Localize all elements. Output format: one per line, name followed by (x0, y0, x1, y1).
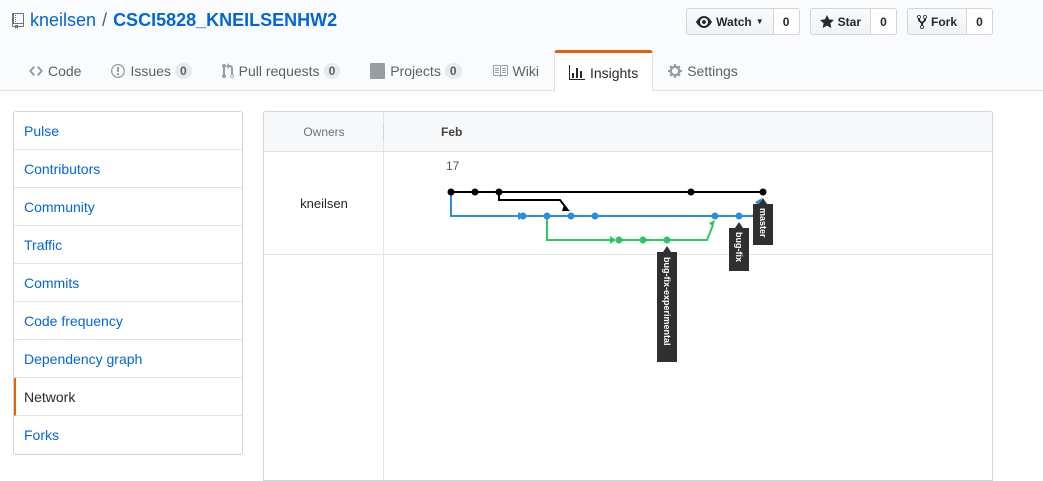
branch-label-bug-fix-text: bug-fix (734, 232, 744, 262)
commit-dot[interactable] (471, 188, 479, 196)
star-icon (819, 14, 834, 28)
pull-request-icon (221, 63, 234, 79)
repo-nav: Code Issues 0 Pull requests 0 Projects 0… (14, 50, 753, 92)
path-separator: / (102, 10, 108, 30)
menu-item-network[interactable]: Network (14, 378, 242, 416)
commit-dot[interactable] (519, 212, 527, 220)
arrow-head (709, 220, 715, 227)
graph-icon (568, 64, 585, 80)
branch-label-bug-fix-experimental[interactable]: bug-fix-experimental (657, 246, 677, 362)
menu-item-contributors[interactable]: Contributors (14, 150, 242, 188)
tab-insights[interactable]: Insights (553, 50, 654, 92)
watch-label: Watch (716, 14, 752, 29)
tab-settings[interactable]: Settings (653, 50, 753, 91)
commit-dot[interactable] (495, 188, 503, 196)
fork-label: Fork (930, 14, 957, 29)
menu-item-code-frequency[interactable]: Code frequency (14, 302, 242, 340)
repo-icon (12, 12, 24, 29)
star-count[interactable]: 0 (870, 8, 897, 35)
network-graph[interactable]: Owners Feb 17 kneilsen master bug-fix bu… (263, 111, 993, 481)
watch-button[interactable]: Watch ▼ (686, 8, 774, 35)
experimental-branch-lines (546, 216, 714, 241)
insights-menu: Pulse Contributors Community Traffic Com… (13, 111, 243, 455)
menu-item-commits[interactable]: Commits (14, 264, 242, 302)
bug-fix-branch-lines (450, 192, 760, 217)
menu-item-dependency-graph[interactable]: Dependency graph (14, 340, 242, 378)
repo-header: kneilsen / CSCI5828_KNEILSENHW2 Watch ▼ … (0, 0, 1043, 92)
tab-settings-label: Settings (687, 63, 738, 79)
commit-dot[interactable] (759, 188, 767, 196)
tab-code[interactable]: Code (14, 50, 96, 91)
issues-counter: 0 (174, 63, 192, 79)
tab-code-label: Code (48, 63, 82, 79)
branch-label-master-text: master (758, 208, 768, 238)
pull-requests-counter: 0 (323, 63, 341, 79)
issue-icon (111, 64, 126, 78)
tab-insights-label: Insights (589, 64, 639, 81)
commit-dot[interactable] (591, 212, 599, 220)
menu-item-traffic[interactable]: Traffic (14, 226, 242, 264)
tab-issues-label: Issues (130, 63, 171, 79)
tab-pull-requests-label: Pull requests (238, 63, 320, 79)
project-icon (370, 63, 386, 79)
tab-wiki-label: Wiki (512, 63, 539, 79)
fork-group: Fork 0 (906, 8, 993, 35)
commit-dot[interactable] (735, 212, 743, 220)
chevron-down-icon: ▼ (755, 17, 764, 26)
fork-icon (916, 14, 927, 29)
repo-owner-link[interactable]: kneilsen (30, 10, 96, 31)
tab-wiki[interactable]: Wiki (477, 50, 554, 91)
watch-count[interactable]: 0 (773, 8, 800, 35)
star-label: Star (837, 14, 861, 29)
tab-issues[interactable]: Issues 0 (96, 50, 206, 91)
commit-dot[interactable] (615, 236, 623, 244)
commit-dot[interactable] (543, 212, 551, 220)
repo-title: kneilsen / CSCI5828_KNEILSENHW2 (12, 10, 337, 31)
commit-dot[interactable] (711, 212, 719, 220)
repo-name-link[interactable]: CSCI5828_KNEILSENHW2 (113, 10, 337, 31)
fork-button[interactable]: Fork (906, 8, 967, 35)
watch-group: Watch ▼ 0 (686, 8, 800, 35)
eye-icon (696, 15, 713, 28)
tab-projects-label: Projects (390, 63, 441, 79)
commit-dot[interactable] (663, 236, 671, 244)
branch-arrows (518, 198, 762, 244)
menu-item-forks[interactable]: Forks (14, 416, 242, 454)
branch-label-master[interactable]: master (753, 198, 773, 245)
book-icon (492, 65, 508, 77)
arrow-head (562, 205, 570, 211)
menu-item-pulse[interactable]: Pulse (14, 112, 242, 150)
menu-item-community[interactable]: Community (14, 188, 242, 226)
branch-label-experimental-text: bug-fix-experimental (662, 257, 672, 346)
star-button[interactable]: Star (809, 8, 871, 35)
code-icon (29, 66, 43, 76)
branch-label-bug-fix[interactable]: bug-fix (729, 222, 749, 271)
fork-count[interactable]: 0 (967, 8, 993, 35)
repo-actions: Watch ▼ 0 Star 0 Fork 0 (676, 8, 993, 35)
star-group: Star 0 (809, 8, 897, 35)
tab-pull-requests[interactable]: Pull requests 0 (207, 50, 356, 91)
tab-projects[interactable]: Projects 0 (355, 50, 476, 91)
commit-dot[interactable] (639, 236, 647, 244)
commit-graph: master bug-fix bug-fix-experimental (447, 188, 773, 362)
arrow-head (610, 236, 616, 244)
commit-dot[interactable] (687, 188, 695, 196)
gear-icon (668, 64, 683, 78)
projects-counter: 0 (444, 63, 462, 79)
commit-dot[interactable] (567, 212, 575, 220)
commit-dot[interactable] (447, 188, 455, 196)
